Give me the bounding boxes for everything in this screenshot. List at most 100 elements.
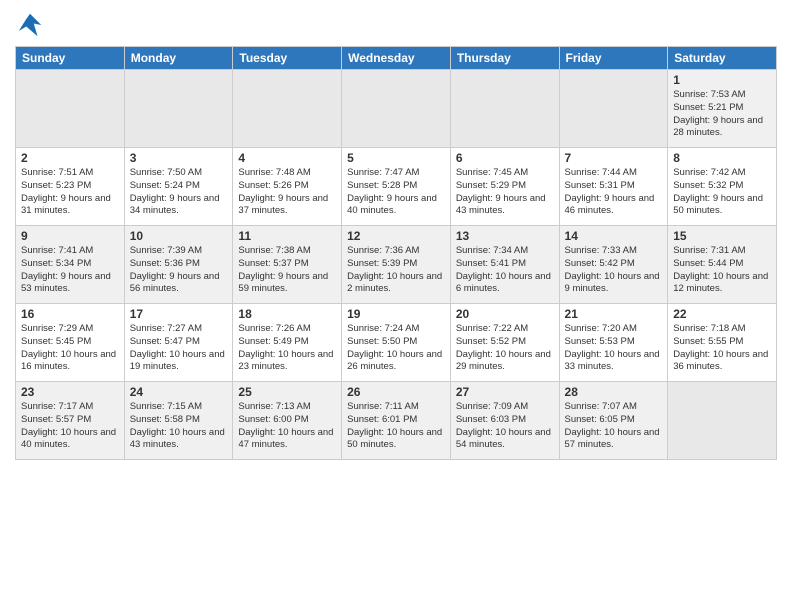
day-header-monday: Monday	[124, 47, 233, 70]
day-number: 10	[130, 229, 228, 243]
day-number: 20	[456, 307, 554, 321]
calendar-cell: 24 Sunrise: 7:15 AM Sunset: 5:58 PM Dayli…	[124, 382, 233, 460]
logo	[15, 10, 45, 40]
calendar-cell	[668, 382, 777, 460]
calendar-cell: 3 Sunrise: 7:50 AM Sunset: 5:24 PM Daylig…	[124, 148, 233, 226]
calendar-cell: 1 Sunrise: 7:53 AM Sunset: 5:21 PM Daylig…	[668, 70, 777, 148]
calendar-cell	[233, 70, 342, 148]
day-number: 11	[238, 229, 336, 243]
day-number: 15	[673, 229, 771, 243]
day-info: Sunrise: 7:26 AM Sunset: 5:49 PM Dayligh…	[238, 323, 336, 374]
day-info: Sunrise: 7:22 AM Sunset: 5:52 PM Dayligh…	[456, 323, 554, 374]
calendar-cell: 23 Sunrise: 7:17 AM Sunset: 5:57 PM Dayli…	[16, 382, 125, 460]
day-info: Sunrise: 7:51 AM Sunset: 5:23 PM Dayligh…	[21, 167, 119, 218]
day-number: 3	[130, 151, 228, 165]
calendar-cell: 10 Sunrise: 7:39 AM Sunset: 5:36 PM Dayli…	[124, 226, 233, 304]
calendar-cell: 5 Sunrise: 7:47 AM Sunset: 5:28 PM Daylig…	[342, 148, 451, 226]
calendar-cell: 13 Sunrise: 7:34 AM Sunset: 5:41 PM Dayli…	[450, 226, 559, 304]
day-info: Sunrise: 7:39 AM Sunset: 5:36 PM Dayligh…	[130, 245, 228, 296]
page-container: SundayMondayTuesdayWednesdayThursdayFrid…	[0, 0, 792, 470]
calendar-cell: 25 Sunrise: 7:13 AM Sunset: 6:00 PM Dayli…	[233, 382, 342, 460]
day-number: 13	[456, 229, 554, 243]
day-number: 5	[347, 151, 445, 165]
calendar-cell: 17 Sunrise: 7:27 AM Sunset: 5:47 PM Dayli…	[124, 304, 233, 382]
day-info: Sunrise: 7:41 AM Sunset: 5:34 PM Dayligh…	[21, 245, 119, 296]
calendar-cell: 20 Sunrise: 7:22 AM Sunset: 5:52 PM Dayli…	[450, 304, 559, 382]
days-header-row: SundayMondayTuesdayWednesdayThursdayFrid…	[16, 47, 777, 70]
calendar-cell	[559, 70, 668, 148]
calendar-cell: 2 Sunrise: 7:51 AM Sunset: 5:23 PM Daylig…	[16, 148, 125, 226]
day-info: Sunrise: 7:29 AM Sunset: 5:45 PM Dayligh…	[21, 323, 119, 374]
day-info: Sunrise: 7:36 AM Sunset: 5:39 PM Dayligh…	[347, 245, 445, 296]
day-header-sunday: Sunday	[16, 47, 125, 70]
day-header-friday: Friday	[559, 47, 668, 70]
calendar-cell: 15 Sunrise: 7:31 AM Sunset: 5:44 PM Dayli…	[668, 226, 777, 304]
day-info: Sunrise: 7:38 AM Sunset: 5:37 PM Dayligh…	[238, 245, 336, 296]
day-info: Sunrise: 7:27 AM Sunset: 5:47 PM Dayligh…	[130, 323, 228, 374]
calendar-cell: 8Sunrise: 7:42 AM Sunset: 5:32 PM Daylig…	[668, 148, 777, 226]
day-header-thursday: Thursday	[450, 47, 559, 70]
week-row-5: 23 Sunrise: 7:17 AM Sunset: 5:57 PM Dayli…	[16, 382, 777, 460]
day-number: 22	[673, 307, 771, 321]
calendar-cell	[16, 70, 125, 148]
day-info: Sunrise: 7:44 AM Sunset: 5:31 PM Dayligh…	[565, 167, 663, 218]
calendar-cell: 26 Sunrise: 7:11 AM Sunset: 6:01 PM Dayli…	[342, 382, 451, 460]
day-info: Sunrise: 7:18 AM Sunset: 5:55 PM Dayligh…	[673, 323, 771, 374]
calendar-cell: 4 Sunrise: 7:48 AM Sunset: 5:26 PM Daylig…	[233, 148, 342, 226]
day-info: Sunrise: 7:50 AM Sunset: 5:24 PM Dayligh…	[130, 167, 228, 218]
day-number: 24	[130, 385, 228, 399]
logo-icon	[15, 10, 45, 40]
calendar-cell: 21 Sunrise: 7:20 AM Sunset: 5:53 PM Dayli…	[559, 304, 668, 382]
day-number: 14	[565, 229, 663, 243]
week-row-2: 2 Sunrise: 7:51 AM Sunset: 5:23 PM Daylig…	[16, 148, 777, 226]
calendar-cell	[124, 70, 233, 148]
day-number: 23	[21, 385, 119, 399]
calendar-cell: 28Sunrise: 7:07 AM Sunset: 6:05 PM Dayli…	[559, 382, 668, 460]
day-info: Sunrise: 7:15 AM Sunset: 5:58 PM Dayligh…	[130, 401, 228, 452]
day-info: Sunrise: 7:48 AM Sunset: 5:26 PM Dayligh…	[238, 167, 336, 218]
day-info: Sunrise: 7:09 AM Sunset: 6:03 PM Dayligh…	[456, 401, 554, 452]
calendar-cell: 16 Sunrise: 7:29 AM Sunset: 5:45 PM Dayli…	[16, 304, 125, 382]
day-info: Sunrise: 7:11 AM Sunset: 6:01 PM Dayligh…	[347, 401, 445, 452]
day-number: 12	[347, 229, 445, 243]
calendar-cell: 9 Sunrise: 7:41 AM Sunset: 5:34 PM Daylig…	[16, 226, 125, 304]
day-info: Sunrise: 7:45 AM Sunset: 5:29 PM Dayligh…	[456, 167, 554, 218]
day-number: 25	[238, 385, 336, 399]
day-number: 2	[21, 151, 119, 165]
calendar-cell: 6Sunrise: 7:45 AM Sunset: 5:29 PM Daylig…	[450, 148, 559, 226]
calendar-cell: 22 Sunrise: 7:18 AM Sunset: 5:55 PM Dayli…	[668, 304, 777, 382]
day-number: 18	[238, 307, 336, 321]
day-number: 7	[565, 151, 663, 165]
calendar-cell: 12 Sunrise: 7:36 AM Sunset: 5:39 PM Dayli…	[342, 226, 451, 304]
day-info: Sunrise: 7:31 AM Sunset: 5:44 PM Dayligh…	[673, 245, 771, 296]
day-info: Sunrise: 7:33 AM Sunset: 5:42 PM Dayligh…	[565, 245, 663, 296]
day-number: 9	[21, 229, 119, 243]
day-number: 21	[565, 307, 663, 321]
week-row-3: 9 Sunrise: 7:41 AM Sunset: 5:34 PM Daylig…	[16, 226, 777, 304]
calendar-cell: 7 Sunrise: 7:44 AM Sunset: 5:31 PM Daylig…	[559, 148, 668, 226]
day-number: 1	[673, 73, 771, 87]
day-info: Sunrise: 7:47 AM Sunset: 5:28 PM Dayligh…	[347, 167, 445, 218]
day-header-tuesday: Tuesday	[233, 47, 342, 70]
calendar-cell: 19Sunrise: 7:24 AM Sunset: 5:50 PM Dayli…	[342, 304, 451, 382]
day-info: Sunrise: 7:13 AM Sunset: 6:00 PM Dayligh…	[238, 401, 336, 452]
day-number: 4	[238, 151, 336, 165]
calendar-cell: 18 Sunrise: 7:26 AM Sunset: 5:49 PM Dayli…	[233, 304, 342, 382]
day-info: Sunrise: 7:53 AM Sunset: 5:21 PM Dayligh…	[673, 89, 771, 140]
day-info: Sunrise: 7:42 AM Sunset: 5:32 PM Dayligh…	[673, 167, 771, 218]
day-info: Sunrise: 7:17 AM Sunset: 5:57 PM Dayligh…	[21, 401, 119, 452]
day-number: 26	[347, 385, 445, 399]
calendar-table: SundayMondayTuesdayWednesdayThursdayFrid…	[15, 46, 777, 460]
header-row	[15, 10, 777, 40]
calendar-cell: 27Sunrise: 7:09 AM Sunset: 6:03 PM Dayli…	[450, 382, 559, 460]
calendar-cell: 14 Sunrise: 7:33 AM Sunset: 5:42 PM Dayli…	[559, 226, 668, 304]
day-header-wednesday: Wednesday	[342, 47, 451, 70]
week-row-1: 1 Sunrise: 7:53 AM Sunset: 5:21 PM Daylig…	[16, 70, 777, 148]
day-number: 16	[21, 307, 119, 321]
day-info: Sunrise: 7:24 AM Sunset: 5:50 PM Dayligh…	[347, 323, 445, 374]
day-info: Sunrise: 7:34 AM Sunset: 5:41 PM Dayligh…	[456, 245, 554, 296]
week-row-4: 16 Sunrise: 7:29 AM Sunset: 5:45 PM Dayli…	[16, 304, 777, 382]
day-number: 17	[130, 307, 228, 321]
calendar-cell	[342, 70, 451, 148]
day-info: Sunrise: 7:20 AM Sunset: 5:53 PM Dayligh…	[565, 323, 663, 374]
